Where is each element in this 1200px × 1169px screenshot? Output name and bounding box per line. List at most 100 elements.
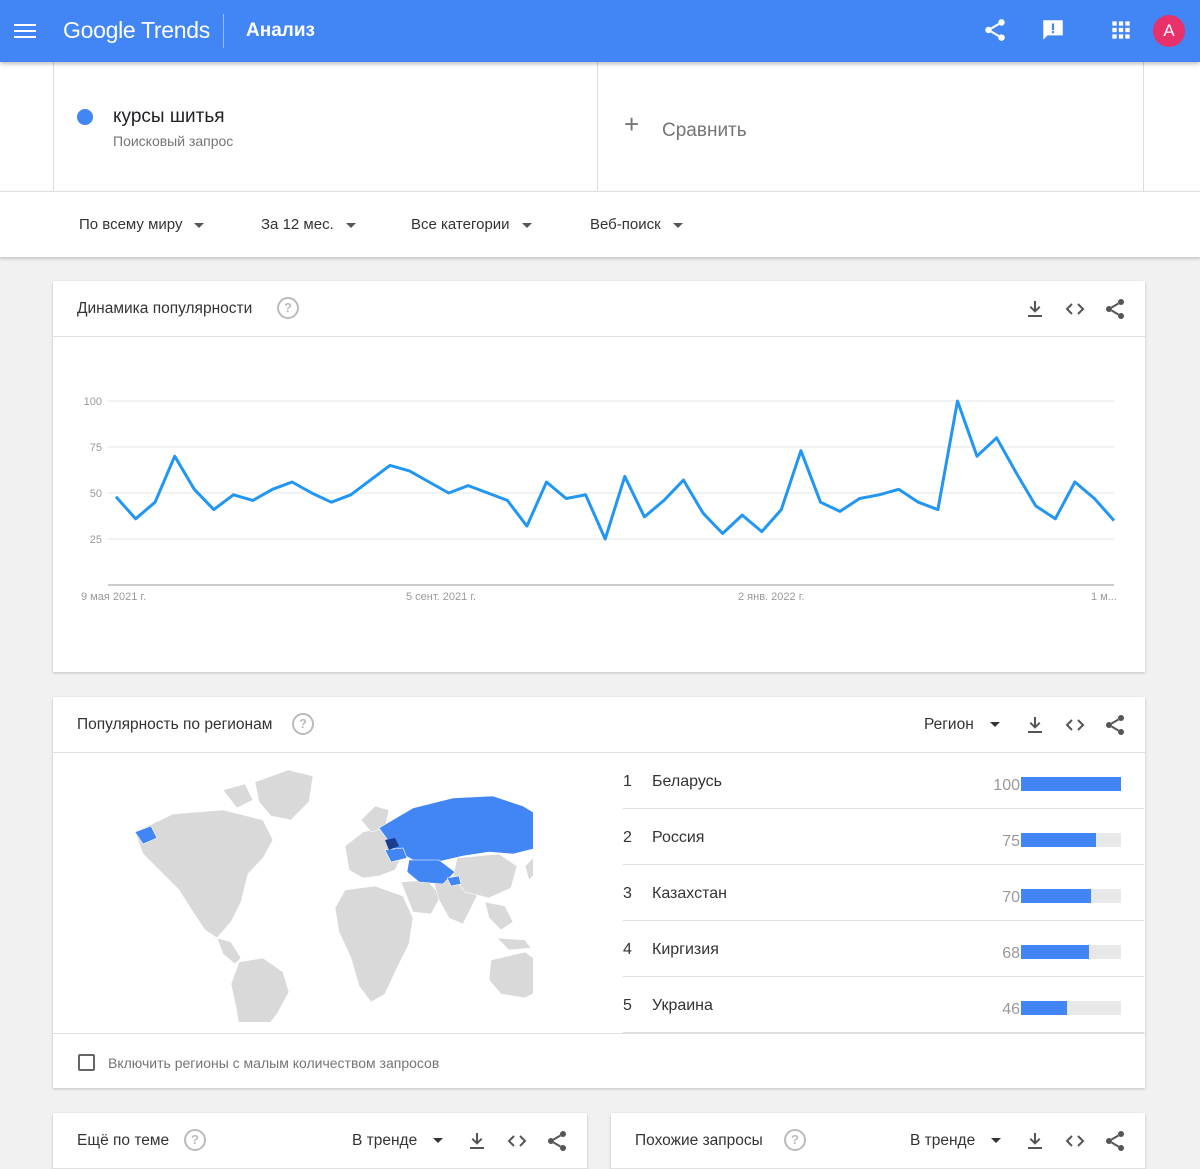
card-title: Динамика популярности xyxy=(77,300,253,317)
series-line xyxy=(114,399,1116,541)
map-north-america xyxy=(134,809,274,939)
category-filter[interactable]: Все категории xyxy=(411,216,532,233)
map-africa xyxy=(334,885,414,1003)
region-value: 100 xyxy=(993,777,1020,794)
line-chart-svg: 25 50 75 100 9 мая 2021 г. 5 сент. 2021 г. 2 я… xyxy=(81,396,1117,603)
region-value: 75 xyxy=(1002,833,1020,850)
apps-icon[interactable] xyxy=(1108,17,1136,45)
region-row[interactable]: 4 Киргизия 68 xyxy=(623,921,1144,977)
period-filter[interactable]: За 12 мес. xyxy=(261,216,356,233)
region-bar-fill xyxy=(1021,945,1089,959)
region-row[interactable]: 3 Казахстан 70 xyxy=(623,865,1144,921)
download-icon[interactable] xyxy=(1023,713,1047,737)
x-tick-label: 1 м... xyxy=(1091,591,1117,603)
help-icon[interactable]: ? xyxy=(292,713,314,735)
download-icon[interactable] xyxy=(1023,1129,1047,1153)
share-icon[interactable] xyxy=(545,1129,569,1153)
region-bar xyxy=(1021,1001,1121,1015)
search-type-filter[interactable]: Веб-поиск xyxy=(590,216,683,233)
card-title: Ещё по теме xyxy=(77,1132,170,1149)
region-name[interactable]: Беларусь xyxy=(652,773,722,791)
region-value: 70 xyxy=(1002,889,1020,906)
region-name[interactable]: Украина xyxy=(652,997,713,1015)
help-icon[interactable]: ? xyxy=(784,1129,806,1151)
trend-mode-select[interactable]: В тренде xyxy=(910,1132,1002,1150)
y-tick-label: 50 xyxy=(90,488,102,500)
region-bar-fill xyxy=(1021,777,1121,791)
resolution-label: Регион xyxy=(924,716,974,733)
app-logo[interactable]: Google Trends xyxy=(63,17,210,44)
region-name[interactable]: Казахстан xyxy=(652,885,727,903)
category-filter-label: Все категории xyxy=(411,216,510,233)
map-australia xyxy=(488,951,533,999)
chevron-down-icon xyxy=(433,1138,444,1144)
trend-mode-label: В тренде xyxy=(910,1132,976,1149)
map-japan xyxy=(524,857,533,881)
region-value: 46 xyxy=(1002,1001,1020,1018)
menu-icon[interactable] xyxy=(14,21,36,41)
region-bar-fill xyxy=(1021,833,1096,847)
y-tick-label: 75 xyxy=(90,442,102,454)
chevron-down-icon xyxy=(989,722,1000,728)
chevron-down-icon xyxy=(672,222,683,228)
chevron-down-icon xyxy=(991,1138,1002,1144)
search-term-type: Поисковый запрос xyxy=(113,133,234,149)
x-tick-label: 5 сент. 2021 г. xyxy=(406,591,476,603)
card-title: Популярность по регионам xyxy=(77,716,273,733)
region-rank: 3 xyxy=(623,885,632,902)
region-row[interactable]: 1 Беларусь 100 xyxy=(623,753,1144,809)
low-volume-row: Включить регионы с малым количеством зап… xyxy=(53,1033,1145,1088)
download-icon[interactable] xyxy=(465,1129,489,1153)
region-row[interactable]: 5 Украина 46 xyxy=(623,977,1144,1033)
region-row[interactable]: 2 Россия 75 xyxy=(623,809,1144,865)
trend-mode-label: В тренде xyxy=(352,1132,418,1149)
region-name[interactable]: Россия xyxy=(652,829,704,847)
world-map[interactable] xyxy=(113,762,533,1022)
search-term[interactable]: курсы шитья xyxy=(113,106,225,128)
download-icon[interactable] xyxy=(1023,297,1047,321)
chevron-down-icon xyxy=(345,222,356,228)
help-icon[interactable]: ? xyxy=(277,297,299,319)
region-filter-label: По всему миру xyxy=(79,216,183,233)
share-icon[interactable] xyxy=(1103,297,1127,321)
card-header: Популярность по регионам ? Регион xyxy=(53,697,1145,753)
y-tick-label: 25 xyxy=(90,534,102,546)
search-term-band: курсы шитья Поисковый запрос + Сравнить xyxy=(0,62,1200,192)
header-divider xyxy=(223,14,224,48)
region-bar xyxy=(1021,945,1121,959)
region-rank: 2 xyxy=(623,829,632,846)
map-indonesia xyxy=(496,937,532,951)
trend-mode-select[interactable]: В тренде xyxy=(352,1132,444,1150)
period-filter-label: За 12 мес. xyxy=(261,216,334,233)
embed-icon[interactable] xyxy=(505,1129,529,1153)
interest-over-time-card: Динамика популярности ? 25 50 75 100 9 мая 2… xyxy=(53,281,1145,672)
region-filter[interactable]: По всему миру xyxy=(79,216,205,233)
help-icon[interactable]: ? xyxy=(184,1129,206,1151)
map-canada-islands xyxy=(222,783,254,809)
embed-icon[interactable] xyxy=(1063,297,1087,321)
share-icon[interactable] xyxy=(982,17,1010,45)
x-tick-label: 2 янв. 2022 г. xyxy=(738,591,804,603)
chevron-down-icon xyxy=(194,222,205,228)
line-chart[interactable]: 25 50 75 100 9 мая 2021 г. 5 сент. 2021 г. 2 я… xyxy=(53,338,1145,672)
term-color-dot xyxy=(77,109,93,125)
x-tick-label: 9 мая 2021 г. xyxy=(81,591,146,603)
feedback-icon[interactable] xyxy=(1040,17,1068,45)
compare-button[interactable]: + Сравнить xyxy=(598,62,1144,192)
top-bar: Google Trends Анализ A xyxy=(0,0,1200,62)
embed-icon[interactable] xyxy=(1063,1129,1087,1153)
page-title: Анализ xyxy=(246,20,315,41)
resolution-select[interactable]: Регион xyxy=(924,716,1000,734)
card-header: Похожие запросы ? В тренде xyxy=(611,1113,1145,1169)
region-name[interactable]: Киргизия xyxy=(652,941,719,959)
embed-icon[interactable] xyxy=(1063,713,1087,737)
region-bar xyxy=(1021,833,1121,847)
region-value: 68 xyxy=(1002,945,1020,962)
low-volume-checkbox[interactable] xyxy=(78,1054,95,1071)
share-icon[interactable] xyxy=(1103,713,1127,737)
related-topics-card: Ещё по теме ? В тренде xyxy=(53,1113,587,1169)
share-icon[interactable] xyxy=(1103,1129,1127,1153)
search-term-card[interactable]: курсы шитья Поисковый запрос xyxy=(53,62,598,192)
avatar[interactable]: A xyxy=(1153,15,1185,47)
low-volume-label[interactable]: Включить регионы с малым количеством зап… xyxy=(108,1055,439,1071)
